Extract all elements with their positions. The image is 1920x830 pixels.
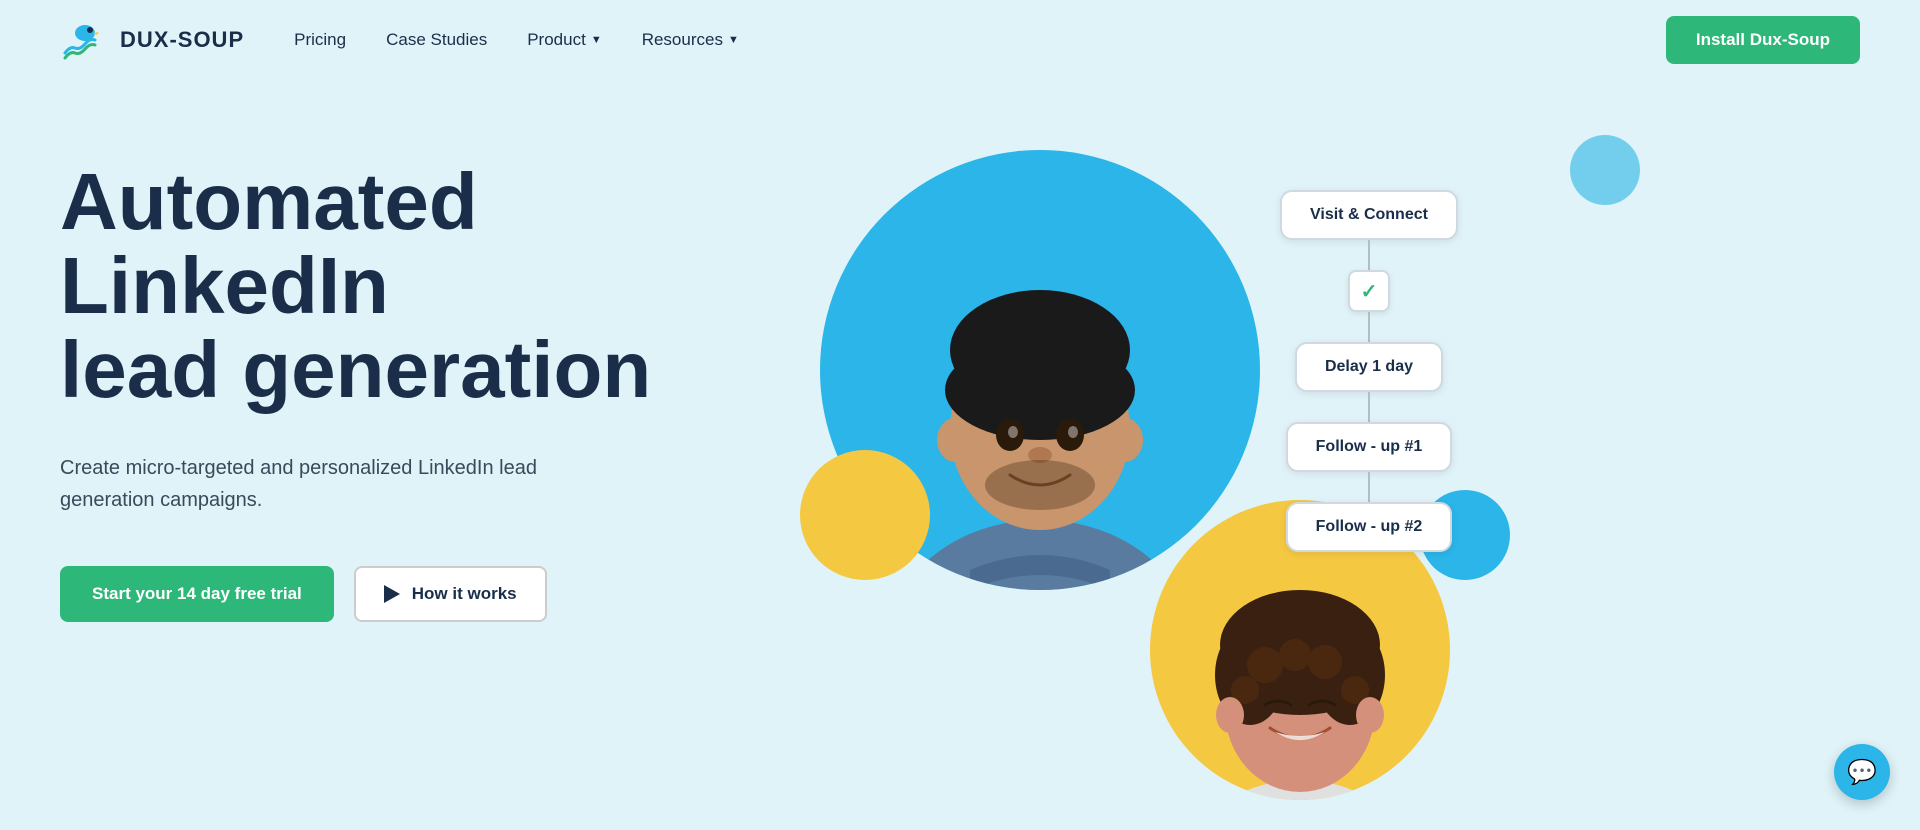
flow-box-followup1: Follow - up #1 bbox=[1286, 422, 1453, 472]
trial-button[interactable]: Start your 14 day free trial bbox=[60, 566, 334, 622]
hero-title: Automated LinkedIn lead generation bbox=[60, 160, 740, 412]
checkmark-icon: ✓ bbox=[1361, 279, 1378, 304]
nav-links: Pricing Case Studies Product ▼ Resources… bbox=[294, 30, 739, 50]
navbar-left: DUX-SOUP Pricing Case Studies Product ▼ … bbox=[60, 18, 739, 63]
flow-checkbox-item: ✓ bbox=[1348, 270, 1390, 342]
connector-3 bbox=[1368, 392, 1370, 422]
flow-box-delay: Delay 1 day bbox=[1295, 342, 1443, 392]
flow-item-1: Visit & Connect bbox=[1280, 190, 1458, 270]
chat-bubble-button[interactable]: 💬 bbox=[1834, 744, 1890, 800]
flow-box-followup2: Follow - up #2 bbox=[1286, 502, 1453, 552]
hero-buttons: Start your 14 day free trial How it work… bbox=[60, 566, 740, 622]
connector-1 bbox=[1368, 240, 1370, 270]
play-icon bbox=[384, 585, 400, 603]
flow-box-visit-connect: Visit & Connect bbox=[1280, 190, 1458, 240]
logo[interactable]: DUX-SOUP bbox=[60, 18, 244, 63]
resources-link[interactable]: Resources ▼ bbox=[642, 30, 739, 50]
logo-text: DUX-SOUP bbox=[120, 27, 244, 53]
pricing-link[interactable]: Pricing bbox=[294, 30, 346, 50]
chat-icon: 💬 bbox=[1847, 758, 1877, 787]
hero-subtitle: Create micro-targeted and personalized L… bbox=[60, 452, 560, 516]
hero-left: Automated LinkedIn lead generation Creat… bbox=[60, 130, 740, 622]
flow-row: Visit & Connect ✓ Delay 1 day Fo bbox=[1280, 190, 1458, 552]
flow-item-2: Delay 1 day bbox=[1295, 342, 1443, 422]
flow-item-3: Follow - up #1 bbox=[1286, 422, 1453, 502]
case-studies-link[interactable]: Case Studies bbox=[386, 30, 487, 50]
hero-illustration: Visit & Connect ✓ Delay 1 day Fo bbox=[720, 130, 1860, 830]
flow-checkbox: ✓ bbox=[1348, 270, 1390, 312]
flow-item-4: Follow - up #2 bbox=[1286, 502, 1453, 552]
connector-2 bbox=[1368, 312, 1370, 342]
flowchart: Visit & Connect ✓ Delay 1 day Fo bbox=[1280, 190, 1458, 552]
product-link[interactable]: Product ▼ bbox=[527, 30, 601, 50]
hero-section: Automated LinkedIn lead generation Creat… bbox=[0, 80, 1920, 830]
how-it-works-button[interactable]: How it works bbox=[354, 566, 547, 622]
product-chevron-icon: ▼ bbox=[591, 34, 602, 46]
logo-icon bbox=[60, 18, 110, 63]
blue-accent-circle-small bbox=[1570, 135, 1640, 205]
navbar: DUX-SOUP Pricing Case Studies Product ▼ … bbox=[0, 0, 1920, 80]
connector-4 bbox=[1368, 472, 1370, 502]
resources-chevron-icon: ▼ bbox=[728, 34, 739, 46]
yellow-accent-circle-1 bbox=[800, 450, 930, 580]
install-button[interactable]: Install Dux-Soup bbox=[1666, 16, 1860, 64]
